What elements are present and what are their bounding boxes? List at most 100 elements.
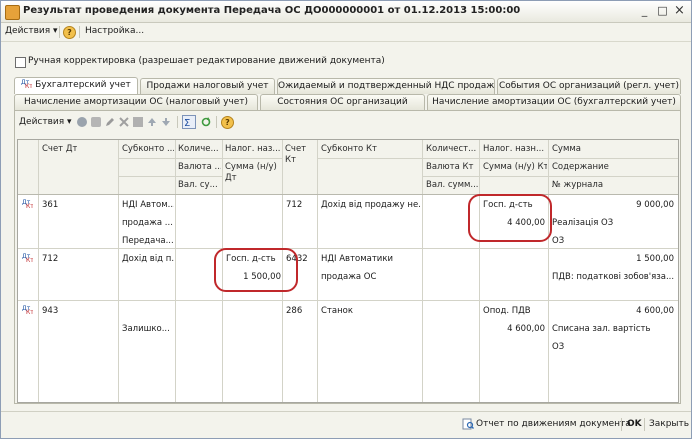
cell-subkonto-dt[interactable]: Передача... xyxy=(122,236,174,246)
help-icon[interactable]: ? xyxy=(221,116,234,129)
header-schet-dt[interactable]: Счет Дт xyxy=(42,144,77,154)
cell-subkonto-kt[interactable]: НДІ Автоматики xyxy=(321,254,421,264)
actions-menu[interactable]: Действия ▾ xyxy=(5,26,58,36)
manual-correction-label: Ручная корректировка (разрешает редактир… xyxy=(28,56,385,66)
highlight-annotation xyxy=(468,194,552,242)
header-nalog-naz-kt[interactable]: Налог. назн... xyxy=(483,144,547,154)
close-button[interactable]: Закрыть xyxy=(649,419,689,429)
svg-text:Кт: Кт xyxy=(26,203,33,208)
tab-vat-sales[interactable]: Ожидаемый и подтвержденный НДС продаж xyxy=(277,78,495,94)
cell-subkonto-dt[interactable]: НДІ Автом... xyxy=(122,200,174,210)
header-kt-suffix: Кт xyxy=(285,155,296,165)
manual-correction-checkbox[interactable] xyxy=(15,57,26,68)
header-divider xyxy=(118,158,282,159)
status-bar: Отчет по движениям документа OK Закрыть xyxy=(1,411,691,438)
cell-schet-kt[interactable]: 712 xyxy=(286,200,302,210)
tab-depreciation-accounting[interactable]: Начисление амортизации ОС (бухгалтерский… xyxy=(427,94,681,110)
toolbar-separator xyxy=(177,116,178,128)
header-dt-suffix: Дт xyxy=(225,173,237,183)
cell-journal[interactable]: ОЗ xyxy=(552,342,676,352)
tab-asset-states[interactable]: Состояния ОС организаций xyxy=(260,94,425,110)
menu-bar: Действия ▾ ? Настройка... xyxy=(1,23,691,42)
accounting-icon: Дт Кт xyxy=(21,79,33,90)
header-val-summ-dt[interactable]: Вал. су... xyxy=(178,180,221,190)
records-toolbar: Действия ▾ Σ ? xyxy=(15,111,680,133)
header-subkonto-kt[interactable]: Субконто Кт xyxy=(321,144,421,154)
header-summa-nu-kt[interactable]: Сумма (н/у) Кт xyxy=(483,162,547,172)
header-soderzhanie[interactable]: Содержание xyxy=(552,162,676,172)
cell-summa[interactable]: 4 600,00 xyxy=(552,306,674,316)
delete-icon[interactable] xyxy=(119,117,129,127)
tab-depreciation-tax[interactable]: Начисление амортизации ОС (налоговый уче… xyxy=(14,94,258,110)
cell-subkonto-dt[interactable]: продажа ... xyxy=(122,218,174,228)
move-up-icon[interactable] xyxy=(147,117,157,127)
help-icon[interactable]: ? xyxy=(63,26,76,39)
move-down-icon[interactable] xyxy=(161,117,171,127)
cell-soderzhanie[interactable]: ПДВ: податкові зобов'яза... xyxy=(552,272,676,282)
header-kolich-dt[interactable]: Количе... xyxy=(178,144,221,154)
cell-subkonto-kt[interactable]: Станок xyxy=(321,306,421,316)
cell-nalog-naz-kt[interactable]: Опод. ПДВ xyxy=(483,306,547,316)
header-valuta-kt[interactable]: Валюта Кт xyxy=(426,162,478,172)
header-schet-kt[interactable]: Счет xyxy=(285,144,316,154)
header-subkonto-dt[interactable]: Субконто ... xyxy=(122,144,174,154)
tab-fixed-asset-events[interactable]: События ОС организаций (регл. учет) xyxy=(497,78,681,94)
cell-journal[interactable]: ОЗ xyxy=(552,236,676,246)
cell-soderzhanie[interactable]: Реалізація ОЗ xyxy=(552,218,676,228)
status-separator xyxy=(644,418,645,431)
header-summa-nu-dt[interactable]: Сумма (н/у) xyxy=(225,162,281,172)
cell-summa-nu-kt[interactable]: 4 600,00 xyxy=(483,324,545,334)
cell-subkonto-kt[interactable]: Дохід від продажу не... xyxy=(321,200,421,210)
cell-soderzhanie[interactable]: Списана зал. вартість xyxy=(552,324,676,334)
cell-summa[interactable]: 1 500,00 xyxy=(552,254,674,264)
header-summa[interactable]: Сумма xyxy=(552,144,676,154)
app-icon xyxy=(5,5,20,20)
document-result-window: Результат проведения документа Передача … xyxy=(0,0,692,439)
header-nalog-naz-dt[interactable]: Налог. наз... xyxy=(225,144,281,154)
cell-schet-dt[interactable]: 943 xyxy=(42,306,58,316)
report-icon xyxy=(462,418,474,430)
post-icon[interactable] xyxy=(133,117,143,127)
cell-summa[interactable]: 9 000,00 xyxy=(552,200,674,210)
col-divider xyxy=(38,140,39,402)
header-divider xyxy=(118,176,222,177)
header-journal[interactable]: № журнала xyxy=(552,180,676,190)
records-grid[interactable]: Счет Дт Субконто ... Количе... Валюта ..… xyxy=(17,139,679,403)
svg-text:Кт: Кт xyxy=(25,83,32,88)
copy-icon[interactable] xyxy=(91,117,101,127)
col-divider xyxy=(548,140,549,402)
tab-sales-tax[interactable]: Продажи налоговый учет xyxy=(140,78,275,94)
ok-button[interactable]: OK xyxy=(627,419,642,429)
cell-schet-dt[interactable]: 712 xyxy=(42,254,58,264)
record-icon: ДтКт xyxy=(22,253,33,262)
cell-schet-kt[interactable]: 286 xyxy=(286,306,302,316)
maximize-button[interactable]: □ xyxy=(655,4,670,18)
settings-menu[interactable]: Настройка... xyxy=(85,26,144,36)
edit-icon[interactable] xyxy=(105,117,115,127)
toolbar-actions-menu[interactable]: Действия ▾ xyxy=(19,117,72,127)
col-divider xyxy=(175,140,176,402)
title-bar: Результат проведения документа Передача … xyxy=(1,1,691,23)
tab-accounting[interactable]: Дт Кт Бухгалтерский учет xyxy=(14,77,138,94)
cell-subkonto-dt[interactable]: Залишко... xyxy=(122,324,174,334)
cell-subkonto-dt[interactable]: Дохід від п... xyxy=(122,254,174,264)
add-icon[interactable] xyxy=(77,117,87,127)
header-divider xyxy=(422,176,678,177)
minimize-button[interactable]: _ xyxy=(637,4,652,18)
cell-subkonto-kt[interactable]: продажа ОС xyxy=(321,272,421,282)
header-divider xyxy=(317,158,678,159)
col-divider xyxy=(422,140,423,402)
row-divider xyxy=(18,248,678,249)
header-kolich-kt[interactable]: Количест... xyxy=(426,144,478,154)
window-title: Результат проведения документа Передача … xyxy=(23,5,521,16)
header-val-summ-kt[interactable]: Вал. сумм... xyxy=(426,180,478,190)
sum-icon[interactable]: Σ xyxy=(182,115,196,129)
close-window-button[interactable]: × xyxy=(672,4,687,18)
refresh-icon[interactable] xyxy=(201,117,211,127)
report-button[interactable]: Отчет по движениям документа xyxy=(476,419,631,429)
menu-separator xyxy=(59,26,60,38)
header-bottom xyxy=(18,194,678,195)
header-valuta-dt[interactable]: Валюта ... xyxy=(178,162,221,172)
svg-text:Кт: Кт xyxy=(26,309,33,314)
cell-schet-dt[interactable]: 361 xyxy=(42,200,58,210)
